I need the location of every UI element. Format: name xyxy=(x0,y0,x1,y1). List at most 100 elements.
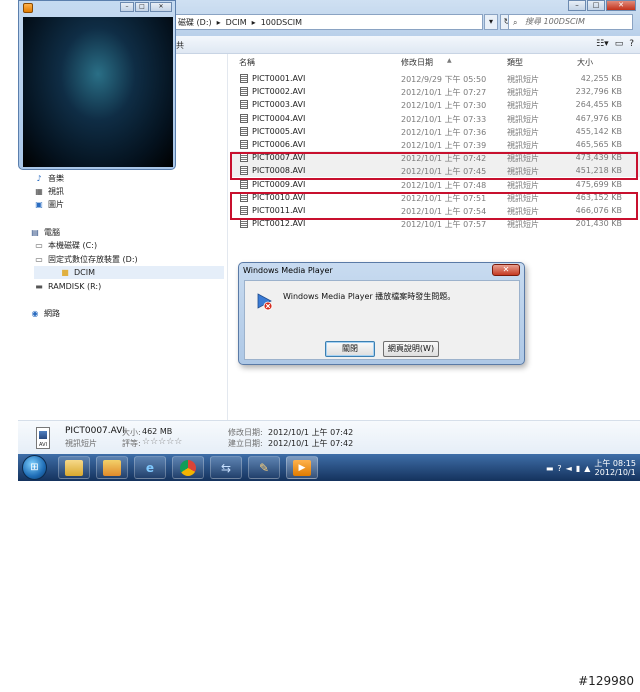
file-name: PICT0002.AVI xyxy=(252,87,306,97)
file-list-header: ▲ 名稱 修改日期 類型 大小 xyxy=(231,57,640,69)
maximize-button[interactable]: □ xyxy=(587,0,605,11)
column-name[interactable]: 名稱 xyxy=(239,57,255,68)
media-player-icon xyxy=(23,3,33,13)
table-row[interactable]: PICT0003.AVI 2012/10/1 上午 07:30 視訊短片 264,45… xyxy=(231,98,640,111)
nav-item-drive-c[interactable]: ▭ 本機磁碟 (C:) xyxy=(34,239,97,252)
table-row[interactable]: PICT0002.AVI 2012/10/1 上午 07:27 視訊短片 232,79… xyxy=(231,85,640,98)
address-bar[interactable]: 磁碟 (D:) ▸ DCIM ▸ 100DSCIM xyxy=(173,14,483,30)
minimize-button[interactable]: – xyxy=(568,0,586,11)
table-row[interactable]: PICT0004.AVI 2012/10/1 上午 07:33 視訊短片 467,97… xyxy=(231,112,640,125)
dialog-close-action-button[interactable]: 關閉 xyxy=(325,341,375,357)
nav-item-network[interactable]: ◉ 網路 xyxy=(30,307,61,320)
video-file-icon xyxy=(240,74,248,83)
column-type[interactable]: 類型 xyxy=(507,57,523,68)
start-button[interactable]: ⊞ xyxy=(22,455,47,480)
taskbar-paint-brush[interactable]: ✎ xyxy=(248,456,280,479)
file-name: PICT0003.AVI xyxy=(252,100,306,110)
wmp-minimize-button[interactable]: – xyxy=(120,2,134,12)
taskbar-ie[interactable]: e xyxy=(134,456,166,479)
keyboard-icon[interactable]: ▬ xyxy=(546,464,554,473)
nav-item-label: 本機磁碟 (C:) xyxy=(48,241,98,250)
nav-item-computer[interactable]: ▤ 電腦 xyxy=(30,226,60,239)
pictures-library-icon: ▣ xyxy=(35,200,43,209)
media-player-window[interactable]: – □ ✕ xyxy=(18,0,176,170)
nav-item-pictures[interactable]: ▣ 圖片 xyxy=(34,198,64,211)
nav-item-ramdisk[interactable]: ▬ RAMDISK (R:) xyxy=(34,280,101,293)
taskbar-chrome[interactable] xyxy=(172,456,204,479)
search-input[interactable]: ⌕ 搜尋 100DSCIM xyxy=(508,14,633,30)
wmp-close-button[interactable]: ✕ xyxy=(150,2,172,12)
help-tray-icon[interactable]: ? xyxy=(557,464,561,473)
breadcrumb-drive[interactable]: 磁碟 (D:) xyxy=(178,17,212,28)
nav-item-label: 網路 xyxy=(44,309,60,318)
taskbar-network-tool[interactable]: ⇆ xyxy=(210,456,242,479)
file-type: 視訊短片 xyxy=(507,88,539,98)
help-icon[interactable]: ? xyxy=(629,39,634,49)
file-size: 201,430 KB xyxy=(575,219,622,229)
breadcrumb-folder[interactable]: 100DSCIM xyxy=(261,18,302,27)
dialog-help-button[interactable]: 網頁說明(W) xyxy=(383,341,439,357)
clock-time: 上午 08:15 xyxy=(594,459,636,468)
file-date: 2012/10/1 上午 07:36 xyxy=(401,127,487,137)
video-file-icon xyxy=(240,87,248,97)
file-date: 2012/9/29 下午 05:50 xyxy=(401,75,487,84)
internet-explorer-icon: e xyxy=(145,460,155,475)
nav-item-drive-d[interactable]: ▭ 固定式數位存放裝置 (D:) xyxy=(34,253,137,266)
dialog-close-button[interactable]: ✕ xyxy=(492,264,520,276)
music-note-icon: ♪ xyxy=(36,174,42,183)
clock[interactable]: 上午 08:15 2012/10/1 xyxy=(594,459,636,477)
file-date: 2012/10/1 上午 07:57 xyxy=(401,220,487,230)
video-file-icon xyxy=(240,126,248,136)
file-size: 232,796 KB xyxy=(575,87,622,97)
close-button[interactable]: ✕ xyxy=(606,0,636,11)
taskbar-explorer[interactable] xyxy=(58,456,90,479)
file-name: PICT0001.AVI xyxy=(252,74,306,83)
view-options-icon[interactable]: ☷▾ xyxy=(596,39,609,49)
nav-item-label: DCIM xyxy=(74,268,96,277)
file-type: 視訊短片 xyxy=(507,180,539,190)
file-type: 視訊短片 xyxy=(507,114,539,124)
file-name: PICT0009.AVI xyxy=(252,179,306,189)
nav-item-music[interactable]: ♪ 音樂 xyxy=(34,172,64,185)
column-date[interactable]: 修改日期 xyxy=(401,57,433,68)
details-file-name: PICT0007.AVI xyxy=(65,426,126,436)
volume-icon[interactable]: ◄ xyxy=(566,464,572,473)
breadcrumb-separator: ▸ xyxy=(216,17,221,27)
column-size[interactable]: 大小 xyxy=(577,57,593,68)
file-name: PICT0006.AVI xyxy=(252,140,306,149)
file-type: 視訊短片 xyxy=(507,141,539,150)
file-size: 475,699 KB xyxy=(575,179,622,189)
breadcrumb-dcim[interactable]: DCIM xyxy=(226,18,247,27)
table-row[interactable]: PICT0006.AVI 2012/10/1 上午 07:39 視訊短片 465,56… xyxy=(231,138,640,151)
file-date: 2012/10/1 上午 07:33 xyxy=(401,114,487,124)
folder-icon: ■ xyxy=(61,268,69,277)
video-file-icon xyxy=(240,140,248,149)
video-file-icon xyxy=(240,179,248,189)
clock-date: 2012/10/1 xyxy=(594,468,636,477)
file-name: PICT0012.AVI xyxy=(252,219,306,229)
dialog-title: Windows Media Player xyxy=(243,266,333,275)
address-dropdown-button[interactable]: ▾ xyxy=(484,14,498,30)
table-row[interactable]: PICT0005.AVI 2012/10/1 上午 07:36 視訊短片 455,14… xyxy=(231,125,640,138)
table-row[interactable]: PICT0001.AVI 2012/9/29 下午 05:50 視訊短片 42,255… xyxy=(231,72,640,85)
wmp-maximize-button[interactable]: □ xyxy=(135,2,149,12)
file-date: 2012/10/1 上午 07:30 xyxy=(401,101,487,111)
watermark: #129980 xyxy=(578,674,634,688)
rating-stars[interactable]: ☆☆☆☆☆ xyxy=(142,437,182,447)
removable-drive-icon: ▭ xyxy=(35,255,43,264)
preview-pane-icon[interactable]: ▭ xyxy=(615,39,624,49)
video-area[interactable] xyxy=(23,17,173,167)
file-name: PICT0005.AVI xyxy=(252,126,306,136)
breadcrumb-separator: ▸ xyxy=(251,17,256,27)
details-size-label: 大小: xyxy=(122,428,141,437)
nav-item-dcim[interactable]: ■ DCIM xyxy=(34,266,224,279)
nav-item-label: RAMDISK (R:) xyxy=(48,282,102,291)
toolbar-share-label[interactable]: 共 xyxy=(176,40,184,51)
show-hidden-icons[interactable]: ▲ xyxy=(584,464,590,473)
details-modified-value: 2012/10/1 上午 07:42 xyxy=(268,428,354,437)
network-status-icon[interactable]: ▮ xyxy=(576,464,580,473)
nav-item-label: 視訊 xyxy=(48,187,64,196)
taskbar-media-player[interactable]: ▶ xyxy=(286,456,318,479)
nav-item-video[interactable]: ▦ 視訊 xyxy=(34,185,64,198)
taskbar-paint[interactable] xyxy=(96,456,128,479)
